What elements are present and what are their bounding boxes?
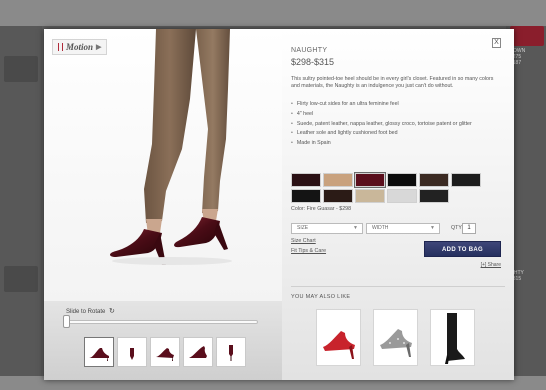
product-name: NAUGHTY bbox=[291, 47, 328, 54]
rotate-controls: Slide to Rotate ↻ bbox=[44, 301, 282, 380]
motion-logo-icon bbox=[58, 43, 63, 51]
background-product-image bbox=[510, 26, 544, 46]
background-product-image bbox=[4, 56, 38, 82]
red-pump-icon bbox=[322, 330, 355, 359]
feature-list: Flirty low-cut sides for an ultra femini… bbox=[291, 100, 501, 149]
motion-label: Motion bbox=[66, 42, 94, 52]
rotate-slider-track[interactable] bbox=[68, 320, 258, 324]
product-quick-view-modal: Motion ▶ Slide to Rotate ↻ X NAUGHTY $29… bbox=[44, 29, 514, 380]
media-viewer: Motion ▶ Slide to Rotate ↻ bbox=[44, 29, 282, 380]
model-legs-image bbox=[110, 29, 232, 265]
chevron-down-icon: ▼ bbox=[430, 225, 435, 231]
thumbnail-back[interactable] bbox=[216, 337, 246, 367]
selected-color-label: Color: Fire Guasar - $298 bbox=[291, 206, 352, 212]
chevron-down-icon: ▼ bbox=[353, 225, 358, 231]
shoe-angle-thumb-icon bbox=[156, 348, 174, 361]
close-button[interactable]: X bbox=[492, 38, 501, 48]
color-swatches bbox=[291, 172, 481, 203]
thumbnail-angle[interactable] bbox=[150, 337, 180, 367]
shoe-front-thumb-icon bbox=[130, 348, 134, 360]
divider bbox=[291, 286, 505, 287]
width-select[interactable]: WIDTH ▼ bbox=[366, 223, 440, 234]
size-chart-link[interactable]: Size Chart bbox=[291, 238, 316, 244]
shoe-back-thumb-icon bbox=[229, 345, 233, 361]
view-thumbnails bbox=[84, 337, 246, 367]
size-select[interactable]: SIZE ▼ bbox=[291, 223, 363, 234]
thumbnail-front[interactable] bbox=[117, 337, 147, 367]
qty-label: QTY bbox=[451, 225, 462, 231]
background-product-image bbox=[4, 266, 38, 292]
shoe-three-quarter-thumb-icon bbox=[189, 346, 207, 358]
background-left-column bbox=[0, 26, 42, 376]
color-swatch[interactable] bbox=[451, 173, 481, 187]
recommendation-glitter-pump[interactable] bbox=[373, 309, 418, 366]
black-boot-icon bbox=[444, 312, 465, 364]
thumbnail-side[interactable] bbox=[84, 337, 114, 367]
feature-item: Suede, patent leather, nappa leather, gl… bbox=[291, 120, 501, 130]
product-description: This sultry pointed-toe heel should be i… bbox=[291, 76, 494, 89]
add-to-bag-button[interactable]: ADD TO BAG bbox=[424, 241, 501, 257]
recommendations-row bbox=[316, 309, 475, 366]
color-swatch[interactable] bbox=[387, 189, 417, 203]
recommendations-heading: YOU MAY ALSO LIKE bbox=[291, 294, 351, 300]
color-swatch[interactable] bbox=[355, 189, 385, 203]
rotate-label: Slide to Rotate ↻ bbox=[66, 307, 115, 315]
background-header bbox=[0, 0, 546, 26]
product-info-panel: X NAUGHTY $298-$315 This sultry pointed-… bbox=[282, 29, 514, 380]
product-360-stage[interactable]: Motion ▶ bbox=[44, 29, 282, 301]
color-swatch[interactable] bbox=[387, 173, 417, 187]
background-product-text: GHTY $315 bbox=[510, 270, 524, 282]
color-swatch[interactable] bbox=[291, 173, 321, 187]
color-swatch[interactable] bbox=[354, 172, 386, 188]
feature-item: Leather sole and lightly cushioned foot … bbox=[291, 129, 501, 139]
play-arrow-icon: ▶ bbox=[96, 43, 102, 51]
thumbnail-three-quarter[interactable] bbox=[183, 337, 213, 367]
width-select-value: WIDTH bbox=[372, 225, 389, 231]
color-swatch[interactable] bbox=[419, 173, 449, 187]
feature-item: Flirty low-cut sides for an ultra femini… bbox=[291, 100, 501, 110]
rotate-slider-handle[interactable] bbox=[63, 315, 70, 328]
recommendation-black-boot[interactable] bbox=[430, 309, 475, 366]
color-swatch[interactable] bbox=[323, 173, 353, 187]
size-select-value: SIZE bbox=[297, 225, 309, 231]
product-price: $298-$315 bbox=[291, 57, 335, 67]
rotate-label-text: Slide to Rotate bbox=[66, 309, 106, 315]
shoe-side-thumb-icon bbox=[89, 348, 109, 361]
fit-tips-link[interactable]: Fit Tips & Care bbox=[291, 248, 326, 254]
color-swatch[interactable] bbox=[291, 189, 321, 203]
share-link[interactable]: [+] Share bbox=[481, 262, 501, 268]
color-swatch[interactable] bbox=[323, 189, 353, 203]
glitter-pump-icon bbox=[379, 328, 412, 357]
color-swatch[interactable] bbox=[419, 189, 449, 203]
feature-item: 4" heel bbox=[291, 110, 501, 120]
qty-input[interactable]: 1 bbox=[462, 223, 476, 234]
recommendation-red-pump[interactable] bbox=[316, 309, 361, 366]
background-product-text: TOWN $275 $187 bbox=[510, 48, 526, 66]
feature-item: Made in Spain bbox=[291, 139, 501, 149]
rotate-icon: ↻ bbox=[109, 308, 115, 315]
motion-badge[interactable]: Motion ▶ bbox=[52, 39, 108, 55]
